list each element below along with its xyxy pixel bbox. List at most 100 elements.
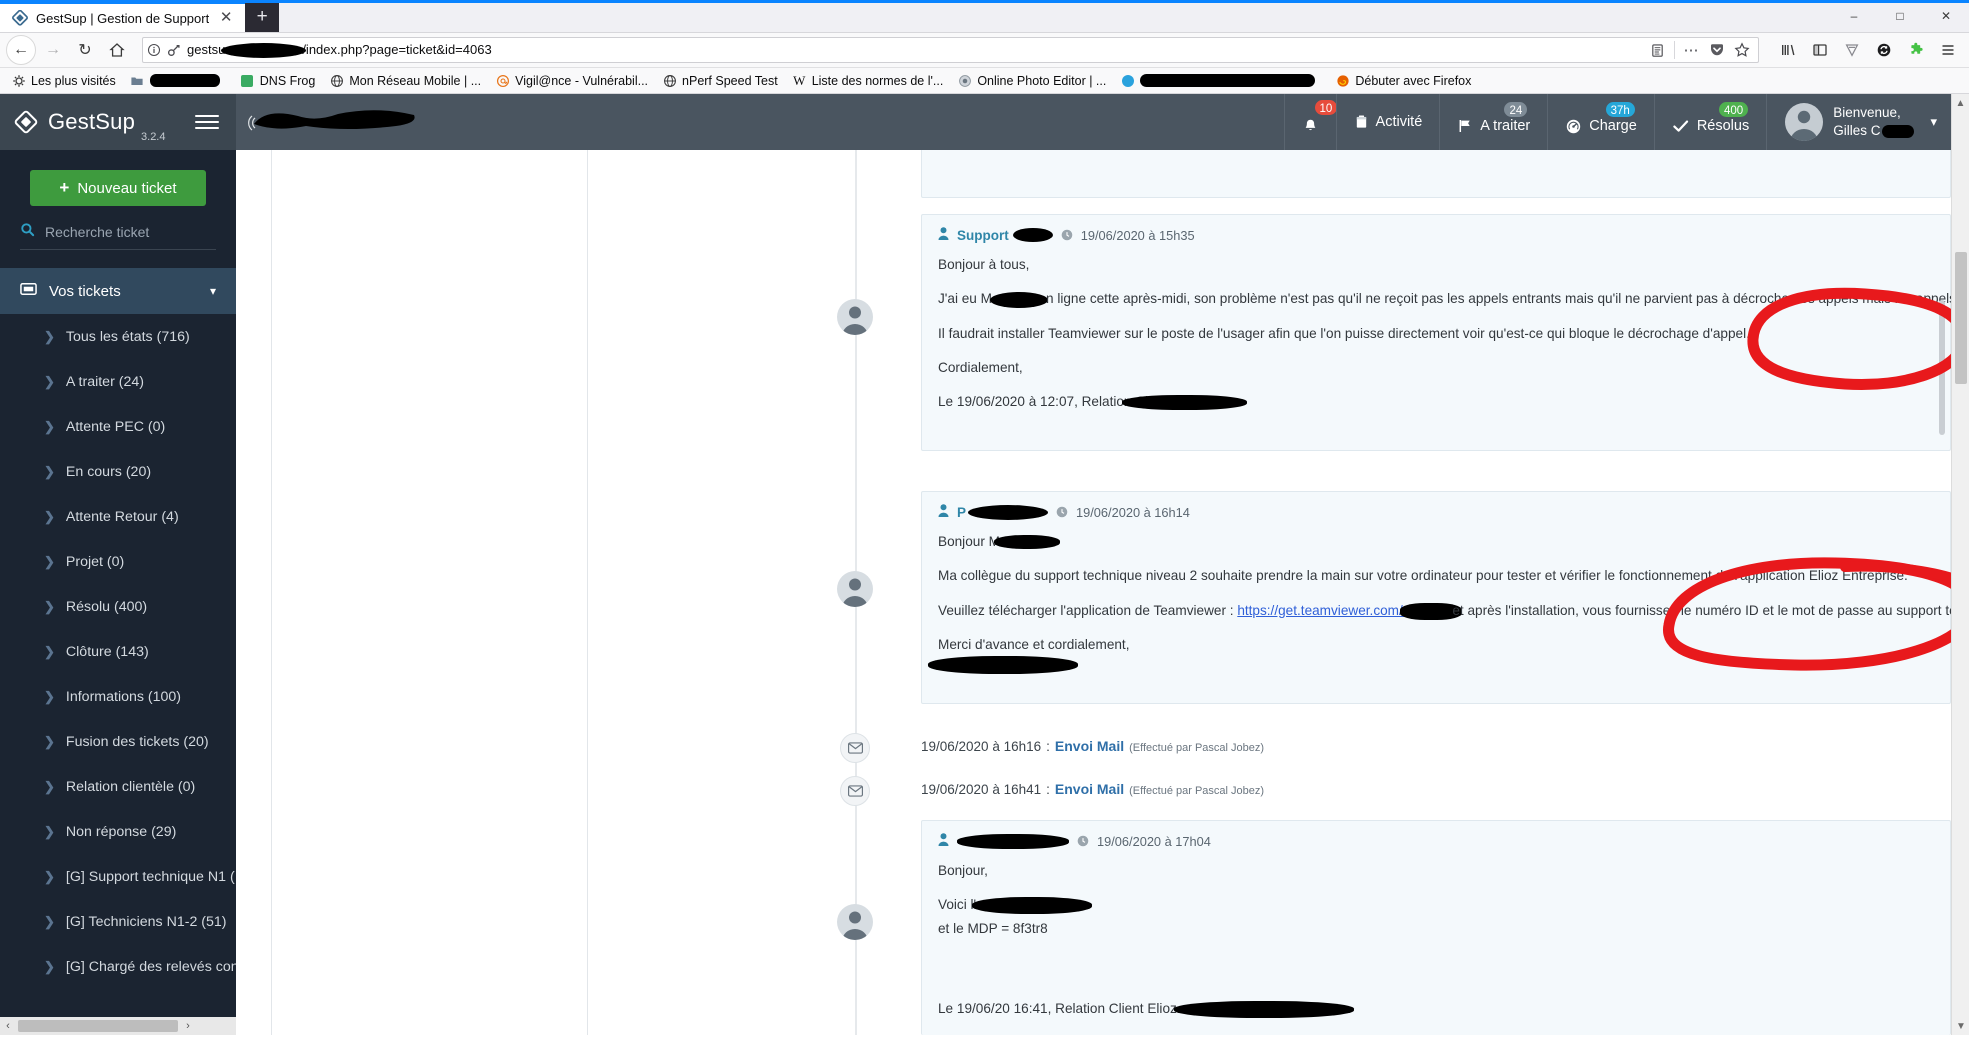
message-paragraph: J'ai eu Mn ligne cette après-midi, son p… bbox=[938, 291, 1969, 308]
chevron-right-icon[interactable]: › bbox=[180, 1020, 196, 1032]
bookmark-label: Débuter avec Firefox bbox=[1355, 73, 1472, 88]
chevron-down-icon[interactable]: ▾ bbox=[1930, 114, 1937, 130]
page-vertical-scrollbar[interactable]: ▲ ▼ bbox=[1951, 94, 1969, 1035]
tracking-protection-icon[interactable] bbox=[1837, 35, 1867, 65]
sidebar-item-1[interactable]: ❯ A traiter (24) bbox=[0, 359, 236, 404]
chevron-up-icon[interactable]: ▲ bbox=[1952, 94, 1969, 112]
bookmark-item-redacted[interactable] bbox=[1113, 71, 1328, 90]
globe-icon bbox=[329, 73, 344, 88]
bookmark-item[interactable]: Online Photo Editor | ... bbox=[950, 71, 1113, 90]
bookmark-item[interactable]: DNS Frog bbox=[233, 71, 323, 90]
sidebar-item-label: Tous les états (716) bbox=[65, 328, 190, 345]
sidebar-item-4[interactable]: ❯ Attente Retour (4) bbox=[0, 494, 236, 539]
search-input-placeholder[interactable]: Recherche ticket bbox=[45, 224, 149, 240]
url-bar[interactable]: gestsu/index.php?page=ticket&id=4063 ⋯ bbox=[142, 37, 1759, 63]
mail-event-label[interactable]: Envoi Mail bbox=[1055, 781, 1124, 797]
teamviewer-link[interactable]: https://get.teamviewer.com/e bbox=[1237, 603, 1410, 618]
sidebar-item-0[interactable]: ❯ Tous les états (716) bbox=[0, 314, 236, 359]
close-window-button[interactable]: ✕ bbox=[1923, 0, 1969, 32]
sidebar-horizontal-scrollbar[interactable]: ‹ › bbox=[0, 1017, 236, 1035]
sidebar-icon[interactable] bbox=[1805, 35, 1835, 65]
header-item-activite[interactable]: Activité bbox=[1335, 94, 1440, 150]
bookmark-star-icon[interactable] bbox=[1734, 42, 1750, 58]
bookmark-item[interactable]: Mon Réseau Mobile | ... bbox=[322, 71, 488, 90]
user-menu[interactable]: Bienvenue, Gilles C ▾ bbox=[1766, 94, 1951, 150]
sidebar-item-11[interactable]: ❯ Non réponse (29) bbox=[0, 809, 236, 854]
new-tab-button[interactable]: + bbox=[245, 2, 280, 32]
bookmark-item-redacted[interactable] bbox=[123, 71, 233, 90]
home-icon[interactable] bbox=[102, 35, 132, 65]
plus-icon: + bbox=[59, 178, 70, 197]
scrollbar-thumb[interactable] bbox=[18, 1020, 178, 1032]
sidebar-item-8[interactable]: ❯ Informations (100) bbox=[0, 674, 236, 719]
main-content: Support 19/06/2020 à 15h35 Bonjour à tou… bbox=[236, 150, 1969, 1035]
message-date: 19/06/2020 à 17h04 bbox=[1097, 833, 1211, 849]
message-paragraph: Voici l' bbox=[938, 896, 1934, 915]
library-icon[interactable] bbox=[1773, 35, 1803, 65]
tab-strip: GestSup | Gestion de Support ✕ + – □ ✕ bbox=[0, 0, 1969, 33]
bookmark-item[interactable]: W Liste des normes de l'... bbox=[785, 71, 951, 90]
bookmark-item[interactable]: Les plus visités bbox=[4, 71, 123, 90]
bookmark-item[interactable]: Vigil@nce - Vulnérabil... bbox=[488, 71, 655, 90]
bookmark-item[interactable]: nPerf Speed Test bbox=[655, 71, 785, 90]
star-gear-icon bbox=[11, 73, 26, 88]
header-item-label: A traiter bbox=[1480, 118, 1531, 134]
maximize-button[interactable]: □ bbox=[1877, 0, 1923, 32]
back-arrow-icon[interactable]: ← bbox=[6, 35, 36, 65]
sidebar-item-12[interactable]: ❯ [G] Support technique N1 ( bbox=[0, 854, 236, 899]
sync-icon[interactable] bbox=[1869, 35, 1899, 65]
sidebar-item-13[interactable]: ❯ [G] Techniciens N1-2 (51) bbox=[0, 899, 236, 944]
message-card: 19/06/2020 à 17h04 Bonjour, Voici l' et … bbox=[921, 820, 1951, 1035]
chevron-left-icon[interactable]: ‹ bbox=[0, 1020, 16, 1032]
tab-strip-empty bbox=[279, 0, 1831, 32]
sidebar-item-14[interactable]: ❯ [G] Chargé des relevés con bbox=[0, 944, 236, 989]
message-pane-scrollbar-thumb[interactable] bbox=[1939, 300, 1945, 435]
sidebar-item-7[interactable]: ❯ Clôture (143) bbox=[0, 629, 236, 674]
page-viewport: GestSup 3.2.4 10 Activité 24 A traiter 3… bbox=[0, 94, 1969, 1035]
new-ticket-button[interactable]: + Nouveau ticket bbox=[30, 170, 206, 206]
url-text[interactable]: gestsu/index.php?page=ticket&id=4063 bbox=[187, 41, 1644, 59]
bookmark-item[interactable]: Débuter avec Firefox bbox=[1328, 71, 1478, 90]
minimize-button[interactable]: – bbox=[1831, 0, 1877, 32]
previous-message-card bbox=[921, 150, 1951, 198]
sidebar-item-6[interactable]: ❯ Résolu (400) bbox=[0, 584, 236, 629]
sidebar-item-10[interactable]: ❯ Relation clientèle (0) bbox=[0, 764, 236, 809]
search-ticket-field[interactable]: Recherche ticket bbox=[20, 222, 216, 250]
sidebar-item-2[interactable]: ❯ Attente PEC (0) bbox=[0, 404, 236, 449]
header-item-charge[interactable]: 37h Charge bbox=[1547, 94, 1654, 150]
redaction-mark bbox=[1012, 228, 1053, 242]
brand-block[interactable]: GestSup 3.2.4 bbox=[0, 94, 236, 150]
reader-view-icon[interactable] bbox=[1650, 43, 1665, 58]
url-prefix: gestsu bbox=[187, 41, 226, 57]
mail-event-label[interactable]: Envoi Mail bbox=[1055, 738, 1124, 754]
reload-icon[interactable]: ↻ bbox=[70, 35, 100, 65]
browser-tab[interactable]: GestSup | Gestion de Support ✕ bbox=[0, 2, 246, 32]
chevron-down-icon[interactable]: ▾ bbox=[210, 284, 216, 298]
header-item-notifications[interactable]: 10 bbox=[1283, 94, 1340, 150]
redaction-mark bbox=[1122, 395, 1248, 411]
header-item-a-traiter[interactable]: 24 A traiter bbox=[1439, 94, 1547, 150]
sidebar-item-9[interactable]: ❯ Fusion des tickets (20) bbox=[0, 719, 236, 764]
sidebar-item-5[interactable]: ❯ Projet (0) bbox=[0, 539, 236, 584]
sidebar-item-label: [G] Chargé des relevés con bbox=[65, 958, 236, 975]
close-icon[interactable]: ✕ bbox=[217, 9, 235, 27]
hamburger-menu-icon[interactable] bbox=[1933, 35, 1963, 65]
sidebar: + Nouveau ticket Recherche ticket Vos ti… bbox=[0, 150, 236, 1035]
puzzle-extension-icon[interactable] bbox=[1901, 35, 1931, 65]
pocket-icon[interactable] bbox=[1709, 42, 1725, 58]
new-ticket-label: Nouveau ticket bbox=[77, 179, 177, 197]
sidebar-section-vos-tickets[interactable]: Vos tickets ▾ bbox=[0, 268, 236, 314]
redaction-mark bbox=[972, 897, 1093, 915]
page-actions-ellipsis-icon[interactable]: ⋯ bbox=[1684, 41, 1701, 59]
header-item-resolus[interactable]: 400 Résolus bbox=[1653, 94, 1766, 150]
scrollbar-thumb[interactable] bbox=[1955, 252, 1967, 384]
bookmark-label: Les plus visités bbox=[31, 73, 116, 88]
saved-login-key-icon[interactable] bbox=[167, 43, 181, 57]
chevron-right-icon: ❯ bbox=[44, 328, 55, 344]
hamburger-icon[interactable] bbox=[195, 115, 220, 129]
sidebar-item-3[interactable]: ❯ En cours (20) bbox=[0, 449, 236, 494]
chevron-down-icon[interactable]: ▼ bbox=[1952, 1017, 1969, 1035]
forward-arrow-icon[interactable]: → bbox=[38, 35, 68, 65]
page-info-icon[interactable] bbox=[147, 43, 161, 57]
redaction-mark bbox=[246, 106, 426, 136]
